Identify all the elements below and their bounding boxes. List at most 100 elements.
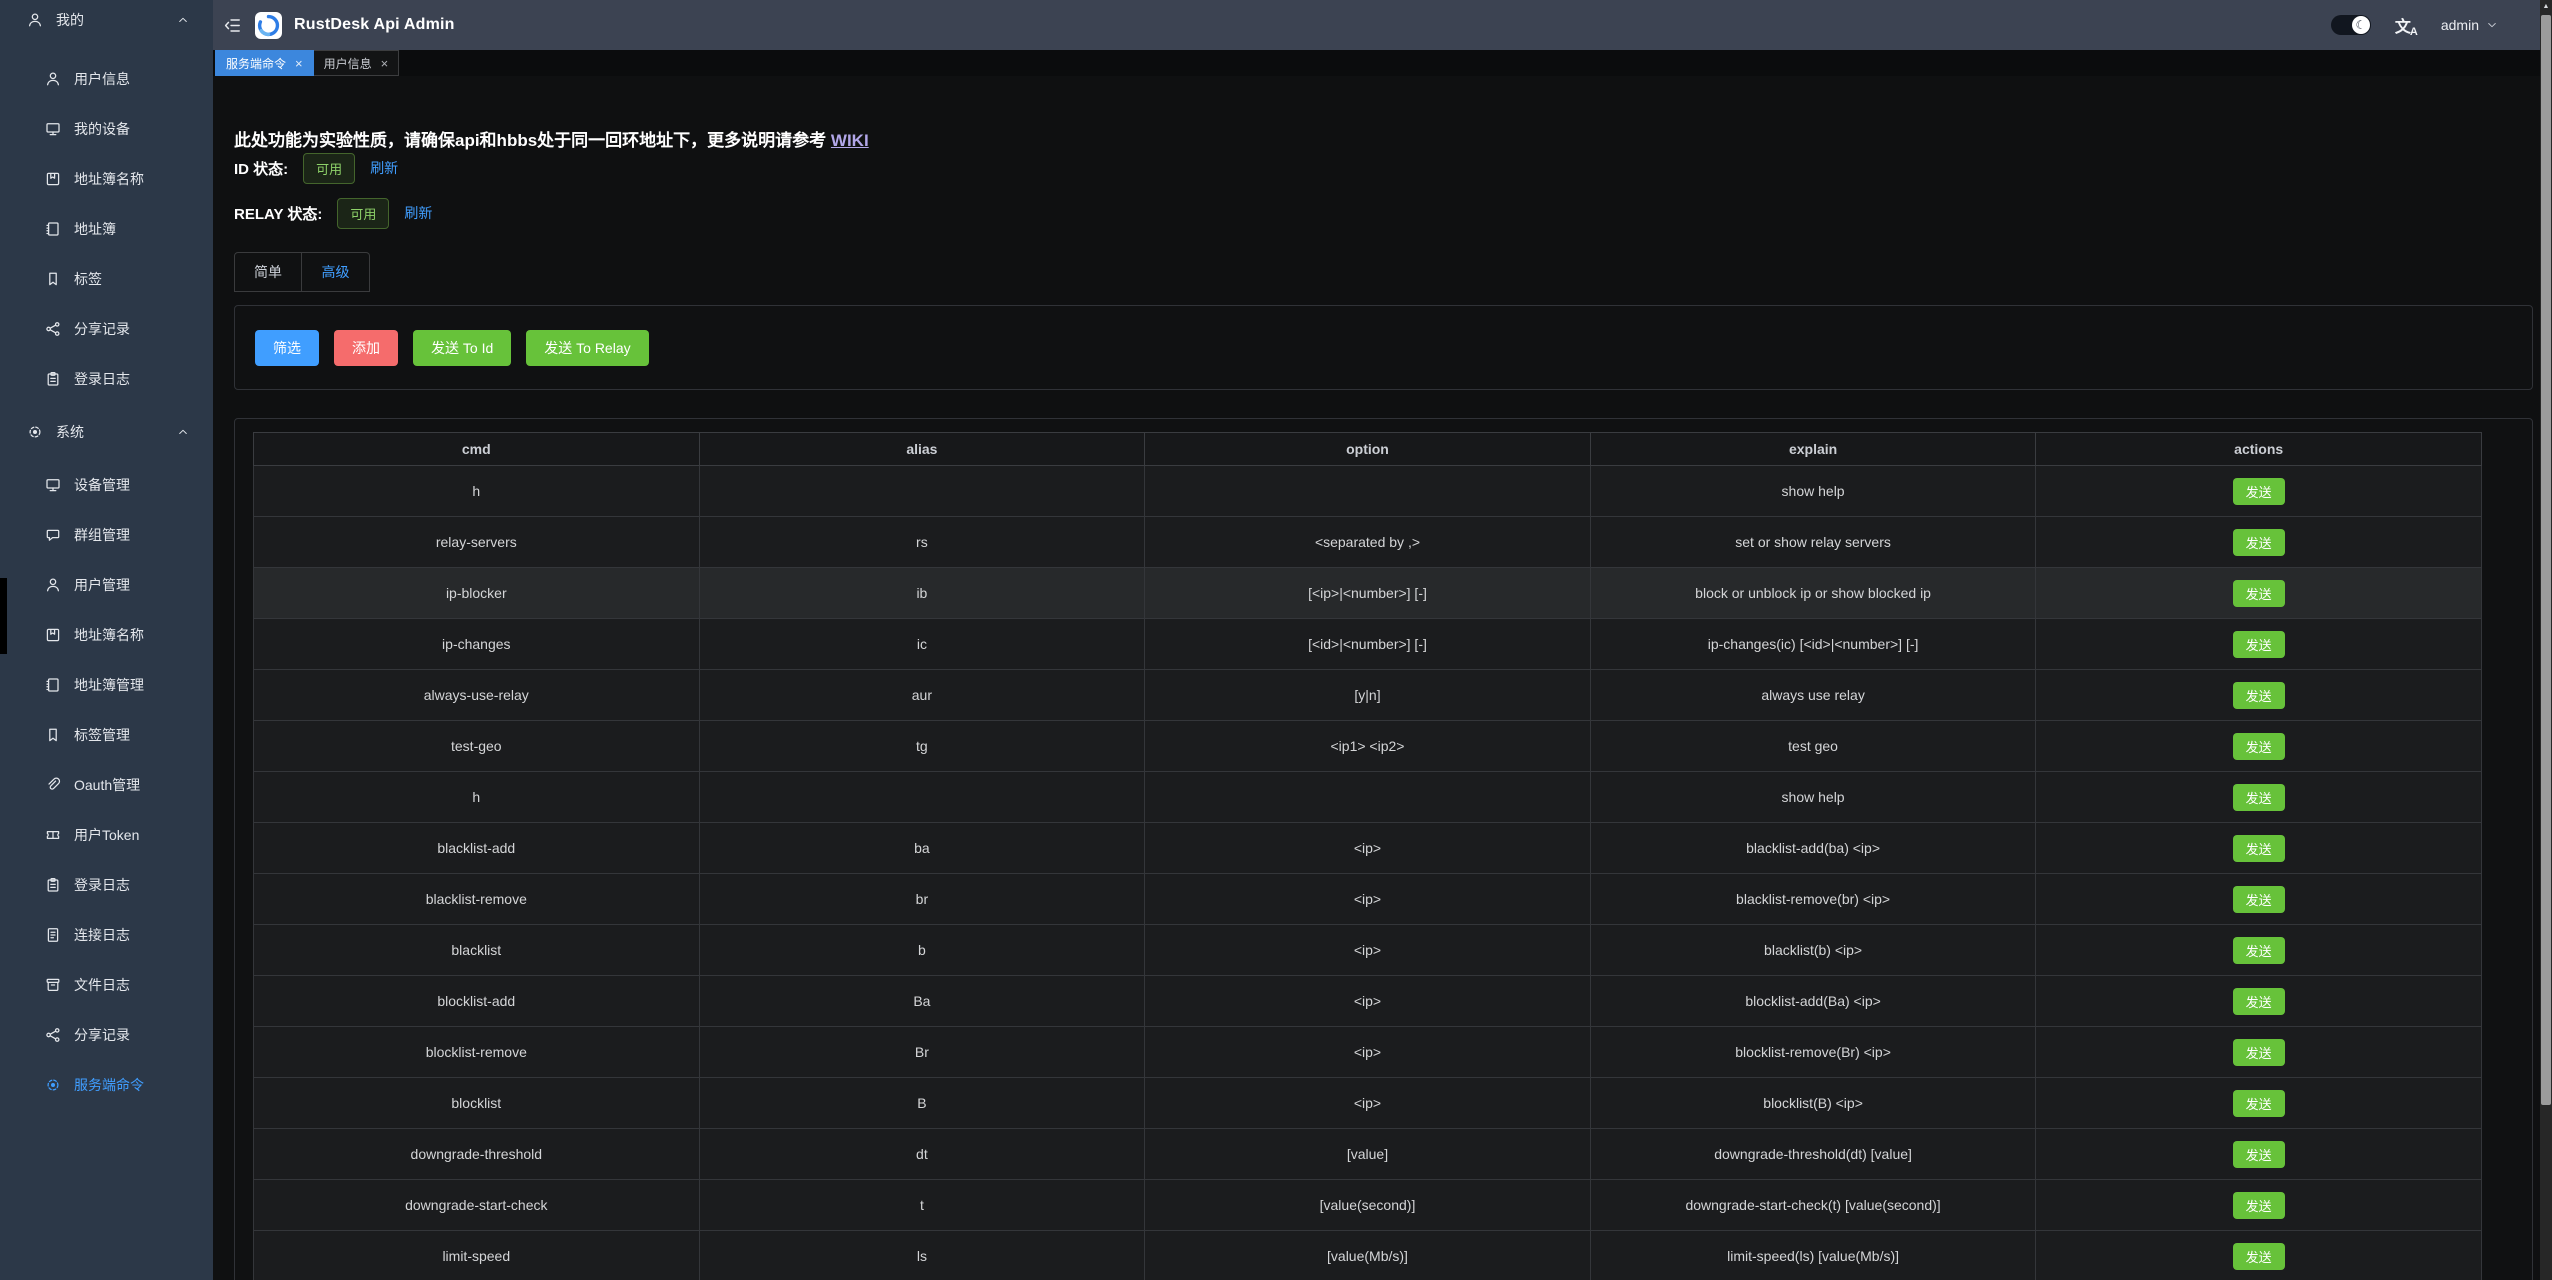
send-button[interactable]: 发送	[2233, 1192, 2285, 1219]
column-header-cmd: cmd	[254, 433, 700, 466]
scrollbar-thumb[interactable]	[2541, 15, 2551, 1105]
id-refresh-link[interactable]: 刷新	[370, 158, 398, 178]
dark-mode-toggle[interactable]: ☾	[2331, 15, 2371, 35]
wiki-link[interactable]: WIKI	[831, 131, 869, 150]
gear-icon	[45, 1077, 61, 1093]
send-button[interactable]: 发送	[2233, 529, 2285, 556]
send-button[interactable]: 发送	[2233, 1039, 2285, 1066]
send-to-id-button[interactable]: 发送 To Id	[413, 330, 511, 366]
sidebar-item-tag-management[interactable]: 标签管理	[0, 710, 213, 760]
send-button[interactable]: 发送	[2233, 1090, 2285, 1117]
translate-icon[interactable]: 文A	[2395, 13, 2417, 38]
sidebar-group-system[interactable]: 系统	[0, 404, 213, 460]
monitor-icon	[45, 121, 61, 137]
sidebar-item-share-records[interactable]: 分享记录	[0, 304, 213, 354]
sidebar-item-user-token[interactable]: 用户Token	[0, 810, 213, 860]
cell-alias: b	[699, 925, 1145, 976]
sidebar-item-share-records[interactable]: 分享记录	[0, 1010, 213, 1060]
sidebar-item-device-management[interactable]: 设备管理	[0, 460, 213, 510]
sidebar-item-group-management[interactable]: 群组管理	[0, 510, 213, 560]
send-button[interactable]: 发送	[2233, 937, 2285, 964]
send-button[interactable]: 发送	[2233, 733, 2285, 760]
sidebar-item-server-commands[interactable]: 服务端命令	[0, 1060, 213, 1110]
sidebar-item-addressbook-management[interactable]: 地址簿管理	[0, 660, 213, 710]
cell-cmd: downgrade-threshold	[254, 1129, 700, 1180]
send-button[interactable]: 发送	[2233, 580, 2285, 607]
send-to-relay-button[interactable]: 发送 To Relay	[526, 330, 648, 366]
cell-cmd: h	[254, 466, 700, 517]
rustdesk-logo	[255, 12, 282, 39]
add-button[interactable]: 添加	[334, 330, 398, 366]
cell-explain: show help	[1590, 772, 2036, 823]
send-button[interactable]: 发送	[2233, 886, 2285, 913]
send-button[interactable]: 发送	[2233, 631, 2285, 658]
collapse-sidebar-icon[interactable]	[223, 16, 242, 35]
table-row: blocklistB<ip>blocklist(B) <ip>发送	[254, 1078, 2482, 1129]
clipboard-icon	[45, 877, 61, 893]
sidebar-item-user-info[interactable]: 用户信息	[0, 54, 213, 104]
filter-button[interactable]: 筛选	[255, 330, 319, 366]
cell-option: [value]	[1145, 1129, 1591, 1180]
tab-server-commands[interactable]: 服务端命令×	[215, 50, 314, 76]
cell-option: [<id>|<number>] [-]	[1145, 619, 1591, 670]
sidebar-item-label: 地址簿管理	[74, 675, 144, 695]
sidebar-item-label: 用户Token	[74, 825, 139, 845]
sidebar: 我的用户信息我的设备地址簿名称地址簿标签分享记录登录日志系统设备管理群组管理用户…	[0, 0, 213, 1280]
cell-cmd: blacklist-add	[254, 823, 700, 874]
sidebar-item-label: 地址簿	[74, 219, 116, 239]
open-tabs-bar: 服务端命令× 用户信息 ×	[213, 50, 2540, 76]
share-icon	[45, 321, 61, 337]
table-row: hshow help发送	[254, 772, 2482, 823]
scrollbar-up-arrow[interactable]: ▲	[2540, 3, 2552, 10]
send-button[interactable]: 发送	[2233, 682, 2285, 709]
cell-explain: limit-speed(ls) [value(Mb/s)]	[1590, 1231, 2036, 1280]
sidebar-item-label: 连接日志	[74, 925, 130, 945]
cell-cmd: limit-speed	[254, 1231, 700, 1280]
cell-cmd: blocklist-add	[254, 976, 700, 1027]
close-icon[interactable]: ×	[381, 56, 389, 71]
send-button[interactable]: 发送	[2233, 1243, 2285, 1270]
send-button[interactable]: 发送	[2233, 478, 2285, 505]
sidebar-item-addressbook-name[interactable]: 地址簿名称	[0, 610, 213, 660]
sidebar-item-label: 分享记录	[74, 319, 130, 339]
relay-refresh-link[interactable]: 刷新	[404, 203, 432, 223]
chevron-up-icon	[177, 426, 189, 438]
notebook-icon	[45, 221, 61, 237]
cell-actions: 发送	[2036, 670, 2482, 721]
sidebar-item-connection-logs[interactable]: 连接日志	[0, 910, 213, 960]
sidebar-item-label: Oauth管理	[74, 775, 140, 795]
mode-tabs: 简单高级	[234, 252, 370, 292]
sidebar-group-mine[interactable]: 我的	[0, 0, 213, 40]
send-button[interactable]: 发送	[2233, 835, 2285, 862]
sidebar-item-oauth-management[interactable]: Oauth管理	[0, 760, 213, 810]
tab-user-info[interactable]: 用户信息 ×	[314, 50, 400, 76]
user-menu[interactable]: admin	[2441, 17, 2498, 33]
sidebar-item-user-management[interactable]: 用户管理	[0, 560, 213, 610]
send-button[interactable]: 发送	[2233, 1141, 2285, 1168]
send-button[interactable]: 发送	[2233, 784, 2285, 811]
commands-table: cmdaliasoptionexplainactions h show help 发…	[253, 432, 2482, 1280]
table-header-row: cmdaliasoptionexplainactions	[254, 433, 2482, 466]
sidebar-item-addressbook-name[interactable]: 地址簿名称	[0, 154, 213, 204]
vertical-scrollbar[interactable]: ▲	[2540, 0, 2552, 1280]
cell-alias	[699, 466, 1145, 517]
sidebar-item-addressbook[interactable]: 地址簿	[0, 204, 213, 254]
user-icon	[45, 71, 61, 87]
sidebar-item-file-logs[interactable]: 文件日志	[0, 960, 213, 1010]
tab-label: 用户信息	[324, 55, 372, 72]
table-row: ip-blockerib[<ip>|<number>] [-]block or …	[254, 568, 2482, 619]
send-button[interactable]: 发送	[2233, 988, 2285, 1015]
close-icon[interactable]: ×	[295, 56, 303, 71]
cell-explain: blacklist-remove(br) <ip>	[1590, 874, 2036, 925]
sidebar-item-login-logs[interactable]: 登录日志	[0, 354, 213, 404]
cell-alias: ba	[699, 823, 1145, 874]
sidebar-item-login-logs[interactable]: 登录日志	[0, 860, 213, 910]
tab-simple[interactable]: 简单	[234, 252, 302, 292]
cell-cmd: always-use-relay	[254, 670, 700, 721]
sidebar-item-my-devices[interactable]: 我的设备	[0, 104, 213, 154]
cell-alias: rs	[699, 517, 1145, 568]
tab-advanced[interactable]: 高级	[302, 252, 370, 292]
doc-icon	[45, 927, 61, 943]
sidebar-item-label: 用户信息	[74, 69, 130, 89]
sidebar-item-tags[interactable]: 标签	[0, 254, 213, 304]
